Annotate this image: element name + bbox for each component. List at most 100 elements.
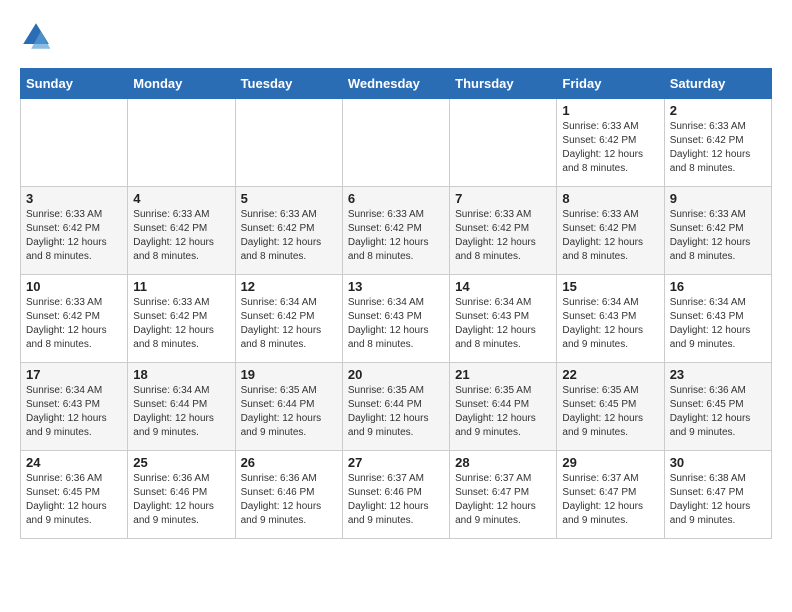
day-info: Sunrise: 6:36 AM Sunset: 6:46 PM Dayligh… — [241, 472, 337, 528]
calendar-table: SundayMondayTuesdayWednesdayThursdayFrid… — [20, 68, 772, 539]
calendar-week-2: 3 Sunrise: 6:33 AM Sunset: 6:42 PM Daylig… — [21, 187, 772, 275]
calendar-cell: 27 Sunrise: 6:37 AM Sunset: 6:46 PM Dayli… — [342, 451, 449, 539]
day-number: 24 — [26, 455, 122, 470]
calendar-cell: 11 Sunrise: 6:33 AM Sunset: 6:42 PM Dayli… — [128, 275, 235, 363]
day-number: 27 — [348, 455, 444, 470]
day-number: 6 — [348, 191, 444, 206]
day-number: 21 — [455, 367, 551, 382]
day-info: Sunrise: 6:33 AM Sunset: 6:42 PM Dayligh… — [241, 208, 337, 264]
page-header — [20, 20, 772, 52]
header-tuesday: Tuesday — [235, 69, 342, 99]
day-number: 16 — [670, 279, 766, 294]
calendar-cell: 10Sunrise: 6:33 AM Sunset: 6:42 PM Dayli… — [21, 275, 128, 363]
day-info: Sunrise: 6:34 AM Sunset: 6:43 PM Dayligh… — [348, 296, 444, 352]
day-info: Sunrise: 6:37 AM Sunset: 6:46 PM Dayligh… — [348, 472, 444, 528]
day-number: 15 — [562, 279, 658, 294]
calendar-cell: 5 Sunrise: 6:33 AM Sunset: 6:42 PM Daylig… — [235, 187, 342, 275]
day-info: Sunrise: 6:35 AM Sunset: 6:44 PM Dayligh… — [455, 384, 551, 440]
day-info: Sunrise: 6:33 AM Sunset: 6:42 PM Dayligh… — [670, 208, 766, 264]
header-sunday: Sunday — [21, 69, 128, 99]
day-info: Sunrise: 6:33 AM Sunset: 6:42 PM Dayligh… — [670, 120, 766, 176]
header-thursday: Thursday — [450, 69, 557, 99]
logo — [20, 20, 58, 52]
day-info: Sunrise: 6:33 AM Sunset: 6:42 PM Dayligh… — [26, 208, 122, 264]
calendar-cell: 22 Sunrise: 6:35 AM Sunset: 6:45 PM Dayli… — [557, 363, 664, 451]
day-info: Sunrise: 6:33 AM Sunset: 6:42 PM Dayligh… — [133, 296, 229, 352]
calendar-week-4: 17 Sunrise: 6:34 AM Sunset: 6:43 PM Dayli… — [21, 363, 772, 451]
calendar-cell — [128, 99, 235, 187]
calendar-cell: 19Sunrise: 6:35 AM Sunset: 6:44 PM Dayli… — [235, 363, 342, 451]
day-number: 4 — [133, 191, 229, 206]
day-info: Sunrise: 6:33 AM Sunset: 6:42 PM Dayligh… — [562, 208, 658, 264]
calendar-cell: 13 Sunrise: 6:34 AM Sunset: 6:43 PM Dayli… — [342, 275, 449, 363]
calendar-cell: 26 Sunrise: 6:36 AM Sunset: 6:46 PM Dayli… — [235, 451, 342, 539]
day-number: 5 — [241, 191, 337, 206]
day-number: 22 — [562, 367, 658, 382]
calendar-cell: 24 Sunrise: 6:36 AM Sunset: 6:45 PM Dayli… — [21, 451, 128, 539]
calendar-cell: 23Sunrise: 6:36 AM Sunset: 6:45 PM Dayli… — [664, 363, 771, 451]
day-info: Sunrise: 6:33 AM Sunset: 6:42 PM Dayligh… — [562, 120, 658, 176]
day-number: 10 — [26, 279, 122, 294]
calendar-cell: 14 Sunrise: 6:34 AM Sunset: 6:43 PM Dayli… — [450, 275, 557, 363]
day-number: 1 — [562, 103, 658, 118]
calendar-cell: 29 Sunrise: 6:37 AM Sunset: 6:47 PM Dayli… — [557, 451, 664, 539]
day-info: Sunrise: 6:34 AM Sunset: 6:44 PM Dayligh… — [133, 384, 229, 440]
header-friday: Friday — [557, 69, 664, 99]
day-info: Sunrise: 6:34 AM Sunset: 6:42 PM Dayligh… — [241, 296, 337, 352]
day-number: 29 — [562, 455, 658, 470]
calendar-cell: 17 Sunrise: 6:34 AM Sunset: 6:43 PM Dayli… — [21, 363, 128, 451]
calendar-cell: 12 Sunrise: 6:34 AM Sunset: 6:42 PM Dayli… — [235, 275, 342, 363]
day-info: Sunrise: 6:33 AM Sunset: 6:42 PM Dayligh… — [133, 208, 229, 264]
calendar-cell: 16 Sunrise: 6:34 AM Sunset: 6:43 PM Dayli… — [664, 275, 771, 363]
day-info: Sunrise: 6:36 AM Sunset: 6:45 PM Dayligh… — [26, 472, 122, 528]
calendar-cell — [21, 99, 128, 187]
calendar-week-3: 10 Sunrise: 6:33 AM Sunset: 6:42 PM Dayli… — [21, 275, 772, 363]
day-number: 20 — [348, 367, 444, 382]
calendar-cell: 30 Sunrise: 6:38 AM Sunset: 6:47 PM Dayli… — [664, 451, 771, 539]
calendar-cell: 18Sunrise: 6:34 AM Sunset: 6:44 PM Dayli… — [128, 363, 235, 451]
day-number: 8 — [562, 191, 658, 206]
day-info: Sunrise: 6:38 AM Sunset: 6:47 PM Dayligh… — [670, 472, 766, 528]
day-number: 25 — [133, 455, 229, 470]
day-number: 14 — [455, 279, 551, 294]
day-number: 30 — [670, 455, 766, 470]
day-number: 3 — [26, 191, 122, 206]
calendar-header-row: SundayMondayTuesdayWednesdayThursdayFrid… — [21, 69, 772, 99]
calendar-cell: 4 Sunrise: 6:33 AM Sunset: 6:42 PM Daylig… — [128, 187, 235, 275]
day-number: 28 — [455, 455, 551, 470]
day-info: Sunrise: 6:36 AM Sunset: 6:45 PM Dayligh… — [670, 384, 766, 440]
day-number: 7 — [455, 191, 551, 206]
calendar-week-1: 1 Sunrise: 6:33 AM Sunset: 6:42 PM Daylig… — [21, 99, 772, 187]
calendar-cell — [235, 99, 342, 187]
day-info: Sunrise: 6:35 AM Sunset: 6:45 PM Dayligh… — [562, 384, 658, 440]
day-info: Sunrise: 6:35 AM Sunset: 6:44 PM Dayligh… — [348, 384, 444, 440]
day-info: Sunrise: 6:34 AM Sunset: 6:43 PM Dayligh… — [26, 384, 122, 440]
calendar-cell: 3 Sunrise: 6:33 AM Sunset: 6:42 PM Daylig… — [21, 187, 128, 275]
header-wednesday: Wednesday — [342, 69, 449, 99]
day-info: Sunrise: 6:34 AM Sunset: 6:43 PM Dayligh… — [562, 296, 658, 352]
header-saturday: Saturday — [664, 69, 771, 99]
day-number: 17 — [26, 367, 122, 382]
header-monday: Monday — [128, 69, 235, 99]
calendar-cell: 25Sunrise: 6:36 AM Sunset: 6:46 PM Dayli… — [128, 451, 235, 539]
day-number: 13 — [348, 279, 444, 294]
day-number: 11 — [133, 279, 229, 294]
day-number: 26 — [241, 455, 337, 470]
day-info: Sunrise: 6:37 AM Sunset: 6:47 PM Dayligh… — [455, 472, 551, 528]
calendar-cell — [342, 99, 449, 187]
day-info: Sunrise: 6:34 AM Sunset: 6:43 PM Dayligh… — [670, 296, 766, 352]
day-info: Sunrise: 6:33 AM Sunset: 6:42 PM Dayligh… — [455, 208, 551, 264]
day-info: Sunrise: 6:34 AM Sunset: 6:43 PM Dayligh… — [455, 296, 551, 352]
calendar-cell: 6Sunrise: 6:33 AM Sunset: 6:42 PM Daylig… — [342, 187, 449, 275]
day-number: 19 — [241, 367, 337, 382]
calendar-cell: 2Sunrise: 6:33 AM Sunset: 6:42 PM Daylig… — [664, 99, 771, 187]
calendar-cell: 15 Sunrise: 6:34 AM Sunset: 6:43 PM Dayli… — [557, 275, 664, 363]
calendar-cell: 8 Sunrise: 6:33 AM Sunset: 6:42 PM Daylig… — [557, 187, 664, 275]
day-info: Sunrise: 6:37 AM Sunset: 6:47 PM Dayligh… — [562, 472, 658, 528]
day-number: 9 — [670, 191, 766, 206]
calendar-cell: 9 Sunrise: 6:33 AM Sunset: 6:42 PM Daylig… — [664, 187, 771, 275]
calendar-cell: 28 Sunrise: 6:37 AM Sunset: 6:47 PM Dayli… — [450, 451, 557, 539]
calendar-week-5: 24 Sunrise: 6:36 AM Sunset: 6:45 PM Dayli… — [21, 451, 772, 539]
day-number: 12 — [241, 279, 337, 294]
calendar-cell: 21 Sunrise: 6:35 AM Sunset: 6:44 PM Dayli… — [450, 363, 557, 451]
